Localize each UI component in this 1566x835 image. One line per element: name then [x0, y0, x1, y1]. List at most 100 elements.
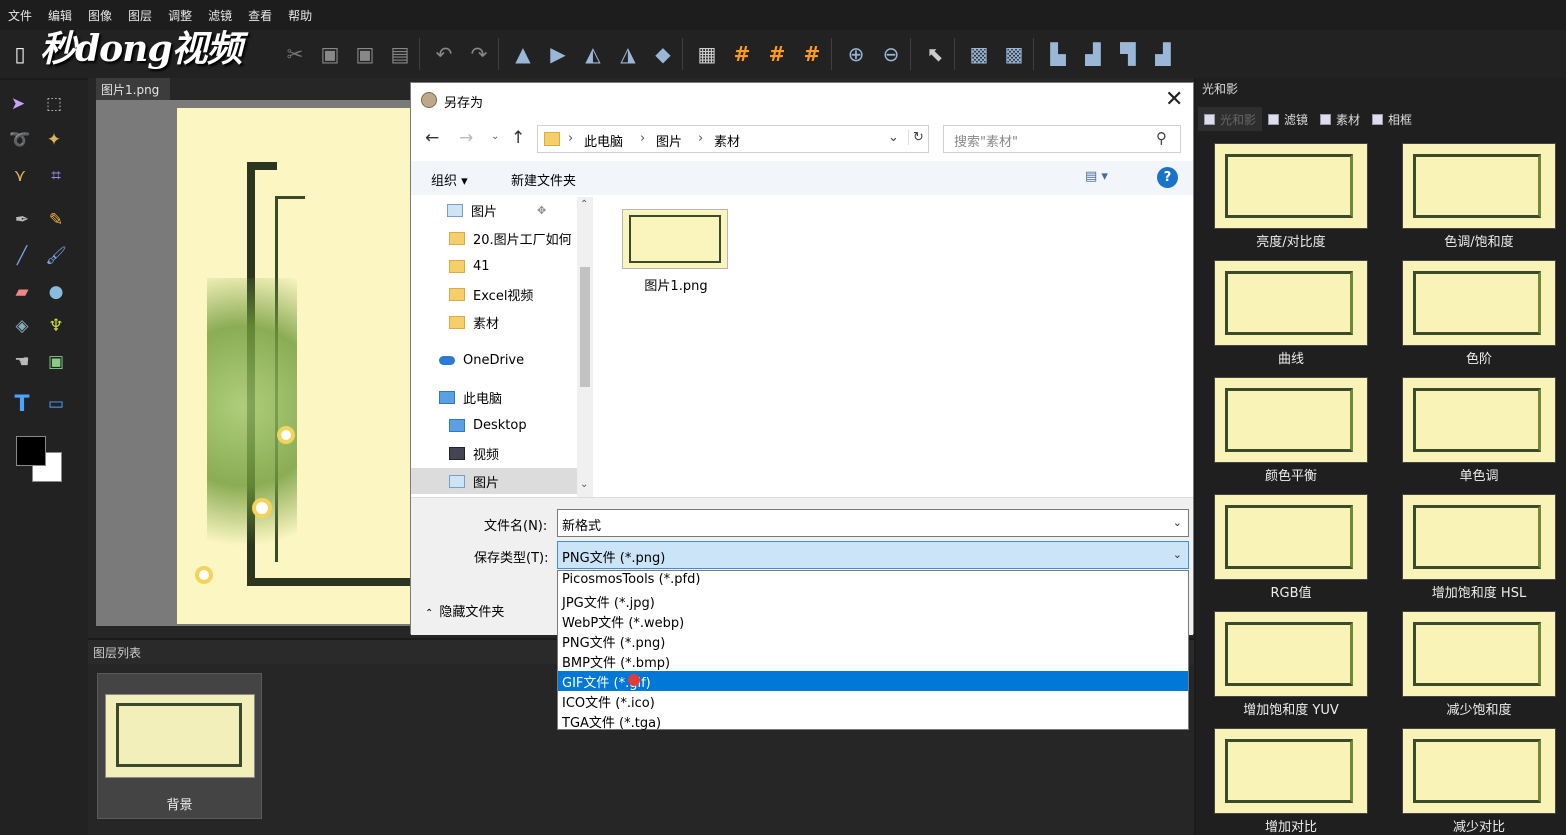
move-tool-icon[interactable]: ➤ [6, 92, 30, 116]
crop-tool-icon[interactable]: ⌗ [44, 164, 68, 188]
save-icon[interactable]: ▣ [315, 39, 345, 69]
scrollbar-thumb[interactable] [580, 267, 590, 387]
effect-thumbnail[interactable] [1214, 494, 1368, 580]
smudge-icon[interactable]: ☚ [10, 350, 34, 374]
filename-field[interactable]: 新格式 ⌄ [557, 509, 1189, 537]
scroll-down-icon[interactable]: ⌄ [580, 479, 588, 490]
line-tool-icon[interactable]: ╱ [10, 244, 34, 268]
marquee-tool-icon[interactable]: ⬚ [42, 92, 66, 116]
file-item[interactable]: 图片1.png [622, 209, 730, 299]
image-insert-icon[interactable]: ▣ [44, 350, 68, 374]
tab-light-shadow[interactable]: 光和影 [1198, 107, 1263, 131]
effect-thumbnail[interactable] [1402, 143, 1556, 229]
rotate-right-icon[interactable]: ◮ [613, 39, 643, 69]
search-box[interactable]: 搜索"素材" ⚲ [943, 125, 1181, 153]
filetype-option[interactable]: ICO文件 (*.ico) [558, 691, 1188, 711]
filetype-option[interactable]: GIF文件 (*.gif) [558, 671, 1188, 691]
brush-icon[interactable]: 🖌 [44, 244, 68, 268]
save-as-icon[interactable]: ▣ [350, 39, 380, 69]
crop-fit-icon[interactable]: ▩ [964, 39, 994, 69]
chevron-down-icon[interactable]: ⌄ [1173, 548, 1182, 561]
cut-icon[interactable]: ✂ [280, 39, 310, 69]
help-icon[interactable]: ? [1157, 167, 1178, 188]
effect-thumbnail[interactable] [1214, 728, 1368, 814]
zoom-out-icon[interactable]: ⊖ [876, 39, 906, 69]
hide-folders-button[interactable]: ⌃ 隐藏文件夹 [425, 601, 504, 620]
filetype-option[interactable]: JPG文件 (*.jpg) [558, 591, 1188, 611]
effect-thumbnail[interactable] [1402, 728, 1556, 814]
select-pointer-icon[interactable]: ⬉ [920, 39, 950, 69]
nav-item-this-pc[interactable]: 此电脑 [439, 384, 502, 410]
nav-item-pictures[interactable]: 图片 [411, 468, 577, 494]
breadcrumb-materials[interactable]: 素材 [714, 131, 740, 150]
grid-orange-2-icon[interactable]: # [762, 39, 792, 69]
canvas-image[interactable] [177, 108, 427, 624]
effect-thumbnail[interactable] [1214, 143, 1368, 229]
nav-item-materials[interactable]: 素材 [449, 309, 499, 335]
nav-item-folder-20[interactable]: 20.图片工厂如何 [449, 225, 572, 251]
effect-thumbnail[interactable] [1214, 260, 1368, 346]
flip-vertical-icon[interactable]: ▲ [508, 39, 538, 69]
grid-orange-1-icon[interactable]: # [727, 39, 757, 69]
tab-materials[interactable]: 素材 [1314, 107, 1366, 131]
nav-item-desktop[interactable]: Desktop [449, 412, 527, 438]
search-input[interactable]: 搜索"素材" [954, 131, 1018, 150]
up-arrow-icon[interactable]: ↑ [511, 128, 525, 148]
effect-thumbnail[interactable] [1402, 494, 1556, 580]
zoom-in-icon[interactable]: ⊕ [841, 39, 871, 69]
organize-button[interactable]: 组织 ▾ [431, 170, 468, 189]
effect-thumbnail[interactable] [1402, 611, 1556, 697]
align-bottom-icon[interactable]: ▟ [1148, 39, 1178, 69]
rotate-free-icon[interactable]: ◆ [648, 39, 678, 69]
align-top-icon[interactable]: ▜ [1113, 39, 1143, 69]
close-icon[interactable]: ✕ [1165, 87, 1183, 112]
rotate-left-icon[interactable]: ◭ [578, 39, 608, 69]
effect-thumbnail[interactable] [1214, 611, 1368, 697]
undo-icon[interactable]: ↶ [429, 39, 459, 69]
scroll-up-icon[interactable]: ⌃ [580, 199, 588, 210]
filetype-option[interactable]: PNG文件 (*.png) [558, 631, 1188, 651]
forward-arrow-icon[interactable]: → [459, 128, 473, 148]
address-dropdown-chevron-icon[interactable]: ⌄ [888, 130, 899, 145]
blur-drop-icon[interactable]: ● [44, 280, 68, 304]
refresh-icon[interactable]: ↻ [908, 130, 924, 145]
layer-item[interactable]: 背景 [97, 673, 262, 819]
document-tab[interactable]: 图片1.png [96, 78, 170, 100]
recent-locations-chevron-icon[interactable]: ⌄ [491, 131, 499, 142]
text-tool-icon[interactable]: T [10, 392, 34, 417]
breadcrumb-pictures[interactable]: 图片 [656, 131, 682, 150]
print-icon[interactable]: ▤ [385, 39, 415, 69]
filetype-option[interactable]: BMP文件 (*.bmp) [558, 651, 1188, 671]
view-options-icon[interactable]: ▤ ▾ [1085, 169, 1108, 184]
effect-thumbnail[interactable] [1214, 377, 1368, 463]
grid-icon[interactable]: ▦ [692, 39, 722, 69]
tab-frames[interactable]: 相框 [1366, 107, 1418, 131]
redo-icon[interactable]: ↷ [464, 39, 494, 69]
menu-file[interactable]: 文件 [8, 7, 32, 24]
align-right-icon[interactable]: ▟ [1078, 39, 1108, 69]
menu-help[interactable]: 帮助 [288, 7, 312, 24]
nav-item-pictures-pinned[interactable]: 图片 ✥ [447, 197, 546, 223]
nav-item-videos[interactable]: 视频 [449, 440, 499, 466]
nav-item-onedrive[interactable]: OneDrive [439, 347, 524, 373]
filetype-option[interactable]: WebP文件 (*.webp) [558, 611, 1188, 631]
flip-horizontal-icon[interactable]: ▶ [543, 39, 573, 69]
filetype-select[interactable]: PNG文件 (*.png) ⌄ [557, 541, 1189, 569]
effect-thumbnail[interactable] [1402, 260, 1556, 346]
eraser-icon[interactable]: ▰ [10, 280, 34, 304]
pencil-icon[interactable]: ✎ [44, 208, 68, 232]
foreground-color-swatch[interactable] [16, 436, 46, 466]
menu-view[interactable]: 查看 [248, 7, 272, 24]
crop-fill-icon[interactable]: ▩ [999, 39, 1029, 69]
lasso-tool-icon[interactable]: ➰ [8, 128, 32, 152]
chevron-down-icon[interactable]: ⌄ [1173, 516, 1182, 529]
effect-thumbnail[interactable] [1402, 377, 1556, 463]
nav-item-excel-video[interactable]: Excel视频 [449, 281, 533, 307]
eyedropper-icon[interactable]: ✒ [10, 208, 34, 232]
breadcrumb-this-pc[interactable]: 此电脑 [584, 131, 623, 150]
filetype-option[interactable]: PicosmosTools (*.pfd) [558, 571, 1188, 591]
nav-item-folder-41[interactable]: 41 [449, 253, 490, 279]
back-arrow-icon[interactable]: ← [425, 128, 439, 148]
filetype-option[interactable]: TGA文件 (*.tga) [558, 711, 1188, 731]
navigation-scrollbar[interactable]: ⌃ ⌄ [577, 197, 593, 497]
